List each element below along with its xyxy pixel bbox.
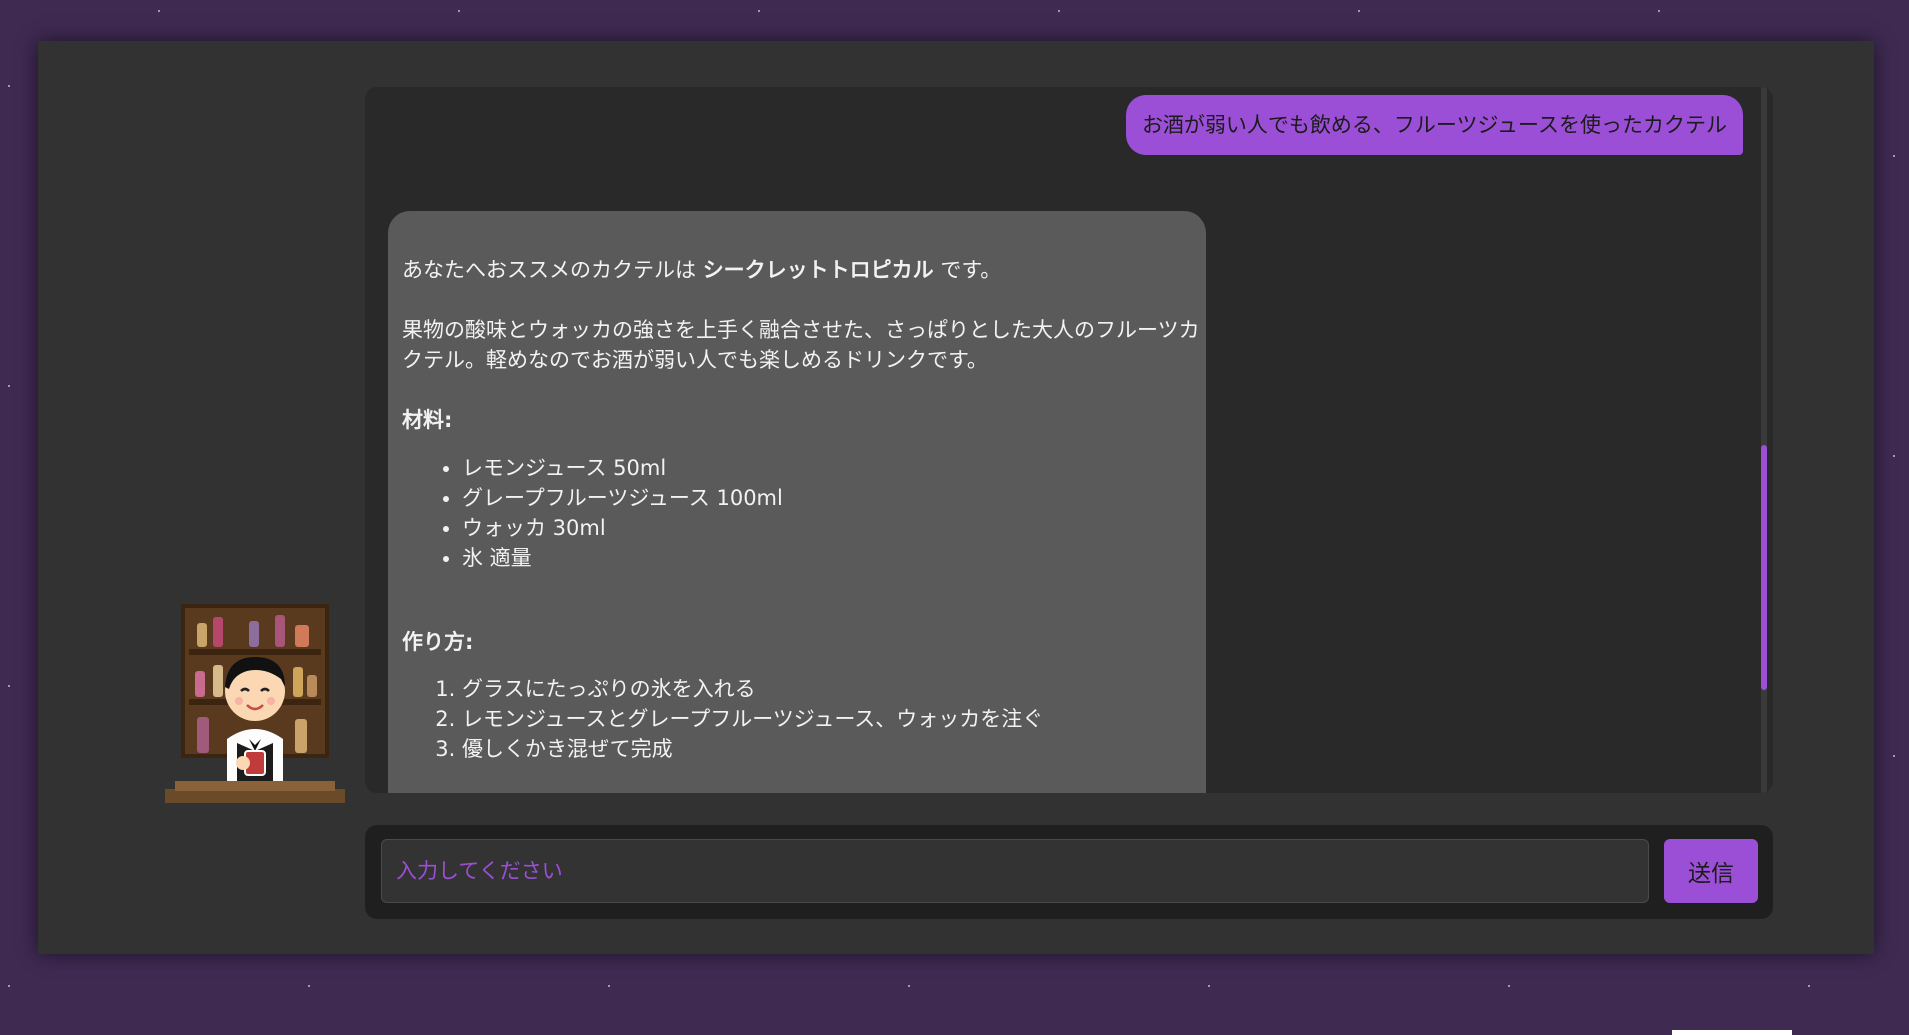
star <box>1893 155 1895 157</box>
corner-mark <box>1672 1030 1792 1035</box>
method-list: グラスにたっぷりの氷を入れる レモンジュースとグレープフルーツジュース、ウォッカ… <box>402 674 1043 764</box>
star <box>758 10 760 12</box>
star <box>1208 985 1210 987</box>
star <box>1808 985 1810 987</box>
star <box>308 985 310 987</box>
star <box>1058 10 1060 12</box>
list-item: グラスにたっぷりの氷を入れる <box>462 674 1043 704</box>
ingredients-heading: 材料: <box>402 408 453 432</box>
list-item: グレープフルーツジュース 100ml <box>462 483 783 513</box>
star <box>1893 755 1895 757</box>
list-item: レモンジュース 50ml <box>462 453 783 483</box>
list-item: 氷 適量 <box>462 543 783 573</box>
star <box>1358 10 1360 12</box>
star <box>608 985 610 987</box>
chat-history[interactable]: お酒が弱い人でも飲める、フルーツジュースを使ったカクテル あなたへおススメのカク… <box>365 87 1773 793</box>
star <box>8 385 10 387</box>
scrollbar-thumb[interactable] <box>1761 445 1767 690</box>
cocktail-name: シークレットトロピカル <box>702 258 934 282</box>
list-item: レモンジュースとグレープフルーツジュース、ウォッカを注ぐ <box>462 704 1043 734</box>
bot-intro: あなたへおススメのカクテルは シークレットトロピカル です。 <box>402 255 1001 285</box>
bartender-icon <box>165 604 345 803</box>
star <box>1658 10 1660 12</box>
send-button[interactable]: 送信 <box>1664 839 1758 903</box>
star <box>8 985 10 987</box>
star <box>158 10 160 12</box>
app-window: お酒が弱い人でも飲める、フルーツジュースを使ったカクテル あなたへおススメのカク… <box>38 41 1874 954</box>
method-heading: 作り方: <box>402 630 474 654</box>
cocktail-description: 果物の酸味とウォッカの強さを上手く融合させた、さっぱりとした大人のフルーツカクテ… <box>402 318 1200 372</box>
message-input[interactable] <box>381 839 1649 903</box>
user-message-bubble: お酒が弱い人でも飲める、フルーツジュースを使ったカクテル <box>1125 95 1743 155</box>
message-input-bar: 送信 <box>365 825 1773 919</box>
intro-prefix: あなたへおススメのカクテルは <box>402 258 703 282</box>
star <box>908 985 910 987</box>
star <box>1508 985 1510 987</box>
intro-suffix: です。 <box>933 258 1002 282</box>
star <box>1893 455 1895 457</box>
ingredients-list: レモンジュース 50ml グレープフルーツジュース 100ml ウォッカ 30m… <box>402 453 783 573</box>
bot-message-bubble: あなたへおススメのカクテルは シークレットトロピカル です。 果物の酸味とウォッ… <box>388 211 1206 793</box>
star <box>8 85 10 87</box>
star <box>458 10 460 12</box>
list-item: ウォッカ 30ml <box>462 513 783 543</box>
star <box>8 685 10 687</box>
list-item: 優しくかき混ぜて完成 <box>462 734 1043 764</box>
